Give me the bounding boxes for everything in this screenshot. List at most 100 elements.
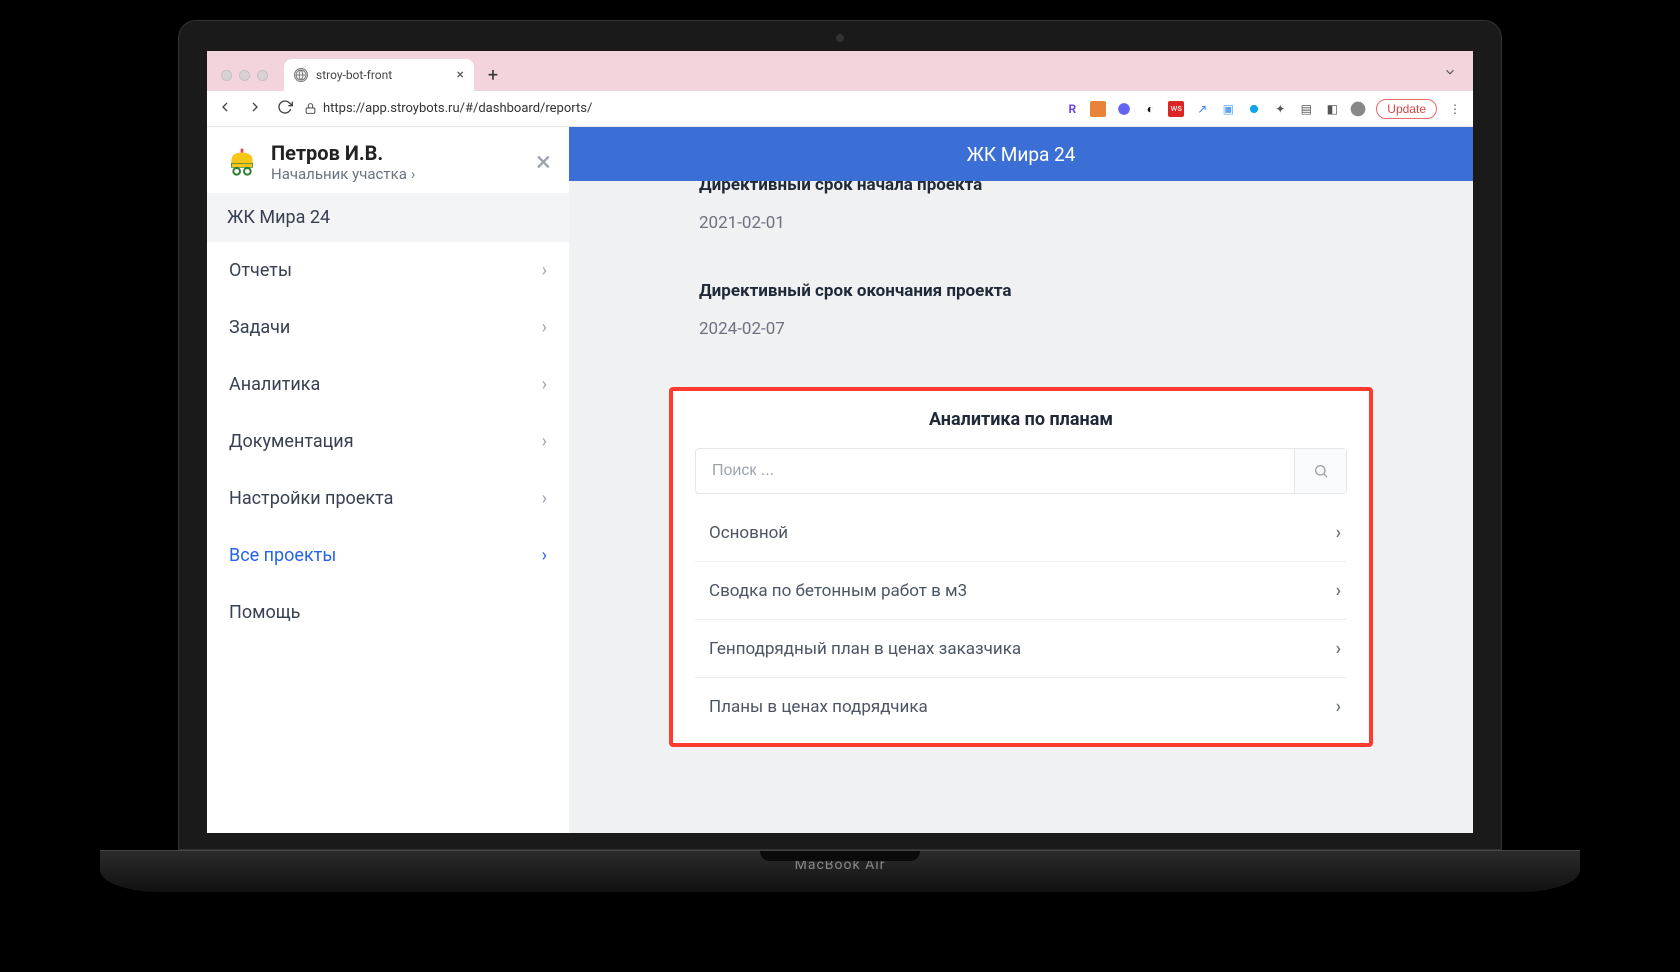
laptop-notch bbox=[760, 851, 920, 861]
chevron-right-icon: › bbox=[411, 165, 416, 183]
sidebar-nav: Отчеты›Задачи›Аналитика›Документация›Нас… bbox=[207, 242, 569, 641]
analytics-card: Аналитика по планам Основной›Сводка по б… bbox=[669, 387, 1373, 747]
user-role-label: Начальник участка bbox=[271, 165, 407, 183]
ext-icon[interactable] bbox=[1090, 101, 1106, 117]
search-icon bbox=[1313, 463, 1329, 479]
lock-icon bbox=[303, 102, 317, 116]
chevron-right-icon: › bbox=[542, 260, 547, 281]
chevron-right-icon: › bbox=[542, 545, 547, 566]
window-traffic-lights[interactable] bbox=[213, 70, 278, 91]
sidebar-item-label: Задачи bbox=[229, 317, 290, 338]
plan-item[interactable]: Основной › bbox=[695, 504, 1347, 562]
plan-item-label: Основной bbox=[709, 523, 788, 543]
traffic-minimize[interactable] bbox=[239, 70, 250, 81]
tab-close-icon[interactable]: × bbox=[457, 67, 464, 83]
sidebar-item-label: Аналитика bbox=[229, 374, 320, 395]
plan-item[interactable]: Планы в ценах подрядчика › bbox=[695, 678, 1347, 735]
browser-tab[interactable]: stroy-bot-front × bbox=[284, 59, 474, 91]
globe-icon bbox=[294, 68, 308, 82]
user-name: Петров И.В. bbox=[271, 141, 415, 165]
ext-icon[interactable]: R bbox=[1064, 101, 1080, 117]
sidebar-item-label: Документация bbox=[229, 431, 354, 452]
plan-item-label: Сводка по бетонным работ в м3 bbox=[709, 581, 967, 601]
user-role: Начальник участка › bbox=[271, 165, 415, 183]
ext-icon[interactable]: ↗ bbox=[1194, 101, 1210, 117]
laptop-frame: stroy-bot-front × + bbox=[178, 20, 1502, 890]
chevron-right-icon: › bbox=[1336, 696, 1341, 717]
sidebar-item[interactable]: Отчеты › bbox=[207, 242, 569, 299]
extensions-tray: R ◐ ws ↗ ▣ ✦ ▤ ◧ Update ⋮ bbox=[1064, 99, 1463, 119]
sidebar-item[interactable]: Задачи › bbox=[207, 299, 569, 356]
ext-icon[interactable]: ◐ bbox=[1142, 101, 1158, 117]
start-date-label: Директивный срок начала проекта bbox=[699, 181, 1343, 195]
plan-item-label: Генподрядный план в ценах заказчика bbox=[709, 639, 1021, 659]
project-dates: Директивный срок начала проекта 2021-02-… bbox=[569, 181, 1473, 339]
search-input[interactable] bbox=[696, 449, 1294, 493]
sidebar-close-button[interactable]: × bbox=[536, 148, 551, 176]
traffic-close[interactable] bbox=[221, 70, 232, 81]
sidebar-item-label: Помощь bbox=[229, 602, 300, 623]
sidebar-header: Петров И.В. Начальник участка › × bbox=[207, 127, 569, 193]
plan-item[interactable]: Сводка по бетонным работ в м3 › bbox=[695, 562, 1347, 620]
camera-dot bbox=[836, 34, 844, 42]
address-bar: https://app.stroybots.ru/#/dashboard/rep… bbox=[207, 91, 1473, 127]
screen-bezel: stroy-bot-front × + bbox=[178, 20, 1502, 850]
browser-window: stroy-bot-front × + bbox=[207, 51, 1473, 833]
ext-icon[interactable]: ▣ bbox=[1220, 101, 1236, 117]
update-button[interactable]: Update bbox=[1376, 99, 1437, 119]
ext-icon[interactable]: ▤ bbox=[1298, 101, 1314, 117]
search-row bbox=[695, 448, 1347, 494]
sidebar-item-label: Все проекты bbox=[229, 545, 336, 566]
new-tab-button[interactable]: + bbox=[480, 62, 506, 88]
start-date-value: 2021-02-01 bbox=[699, 213, 1343, 233]
sidebar-item[interactable]: Все проекты › bbox=[207, 527, 569, 584]
sidebar-item[interactable]: Настройки проекта › bbox=[207, 470, 569, 527]
traffic-zoom[interactable] bbox=[257, 70, 268, 81]
chevron-right-icon: › bbox=[542, 488, 547, 509]
topbar: ЖК Мира 24 bbox=[569, 127, 1473, 181]
tab-strip: stroy-bot-front × + bbox=[207, 51, 1473, 91]
laptop-base: MacBook Air bbox=[100, 850, 1580, 892]
sidebar-item-label: Настройки проекта bbox=[229, 488, 393, 509]
topbar-title: ЖК Мира 24 bbox=[967, 143, 1076, 166]
sidebar-item[interactable]: Помощь bbox=[207, 584, 569, 641]
screen: stroy-bot-front × + bbox=[207, 51, 1473, 833]
main-area: ЖК Мира 24 Директивный срок начала проек… bbox=[569, 127, 1473, 833]
tab-title: stroy-bot-front bbox=[316, 68, 392, 82]
profile-avatar-icon[interactable] bbox=[1350, 101, 1366, 117]
analytics-title: Аналитика по планам bbox=[695, 409, 1347, 430]
content: Директивный срок начала проекта 2021-02-… bbox=[569, 181, 1473, 833]
chevron-right-icon: › bbox=[1336, 638, 1341, 659]
url-field[interactable]: https://app.stroybots.ru/#/dashboard/rep… bbox=[303, 101, 592, 116]
sidebar: Петров И.В. Начальник участка › × ЖК Мир… bbox=[207, 127, 569, 833]
tabs-dropdown-icon[interactable] bbox=[1443, 64, 1457, 83]
ext-icon[interactable]: ws bbox=[1168, 101, 1184, 117]
app-logo-icon bbox=[225, 145, 259, 179]
browser-menu-icon[interactable]: ⋮ bbox=[1447, 101, 1463, 117]
chevron-right-icon: › bbox=[542, 317, 547, 338]
extensions-puzzle-icon[interactable]: ✦ bbox=[1272, 101, 1288, 117]
ext-icon[interactable] bbox=[1116, 101, 1132, 117]
chevron-right-icon: › bbox=[542, 431, 547, 452]
plan-item-label: Планы в ценах подрядчика bbox=[709, 697, 928, 717]
nav-reload-icon[interactable] bbox=[277, 99, 293, 119]
ext-icon[interactable] bbox=[1246, 101, 1262, 117]
sidebar-item-label: Отчеты bbox=[229, 260, 292, 281]
app-root: Петров И.В. Начальник участка › × ЖК Мир… bbox=[207, 127, 1473, 833]
sidebar-user-block[interactable]: Петров И.В. Начальник участка › bbox=[271, 141, 415, 183]
end-date-label: Директивный срок окончания проекта bbox=[699, 281, 1343, 301]
chevron-right-icon: › bbox=[1336, 522, 1341, 543]
ext-icon[interactable]: ◧ bbox=[1324, 101, 1340, 117]
chevron-right-icon: › bbox=[542, 374, 547, 395]
plan-item[interactable]: Генподрядный план в ценах заказчика › bbox=[695, 620, 1347, 678]
sidebar-project-name[interactable]: ЖК Мира 24 bbox=[207, 193, 569, 242]
sidebar-item[interactable]: Документация › bbox=[207, 413, 569, 470]
plan-list: Основной›Сводка по бетонным работ в м3›Г… bbox=[695, 504, 1347, 735]
nav-back-icon[interactable] bbox=[217, 99, 233, 119]
nav-forward-icon[interactable] bbox=[247, 99, 263, 119]
search-button[interactable] bbox=[1294, 449, 1346, 493]
url-text: https://app.stroybots.ru/#/dashboard/rep… bbox=[323, 101, 592, 116]
sidebar-item[interactable]: Аналитика › bbox=[207, 356, 569, 413]
chevron-right-icon: › bbox=[1336, 580, 1341, 601]
end-date-value: 2024-02-07 bbox=[699, 319, 1343, 339]
